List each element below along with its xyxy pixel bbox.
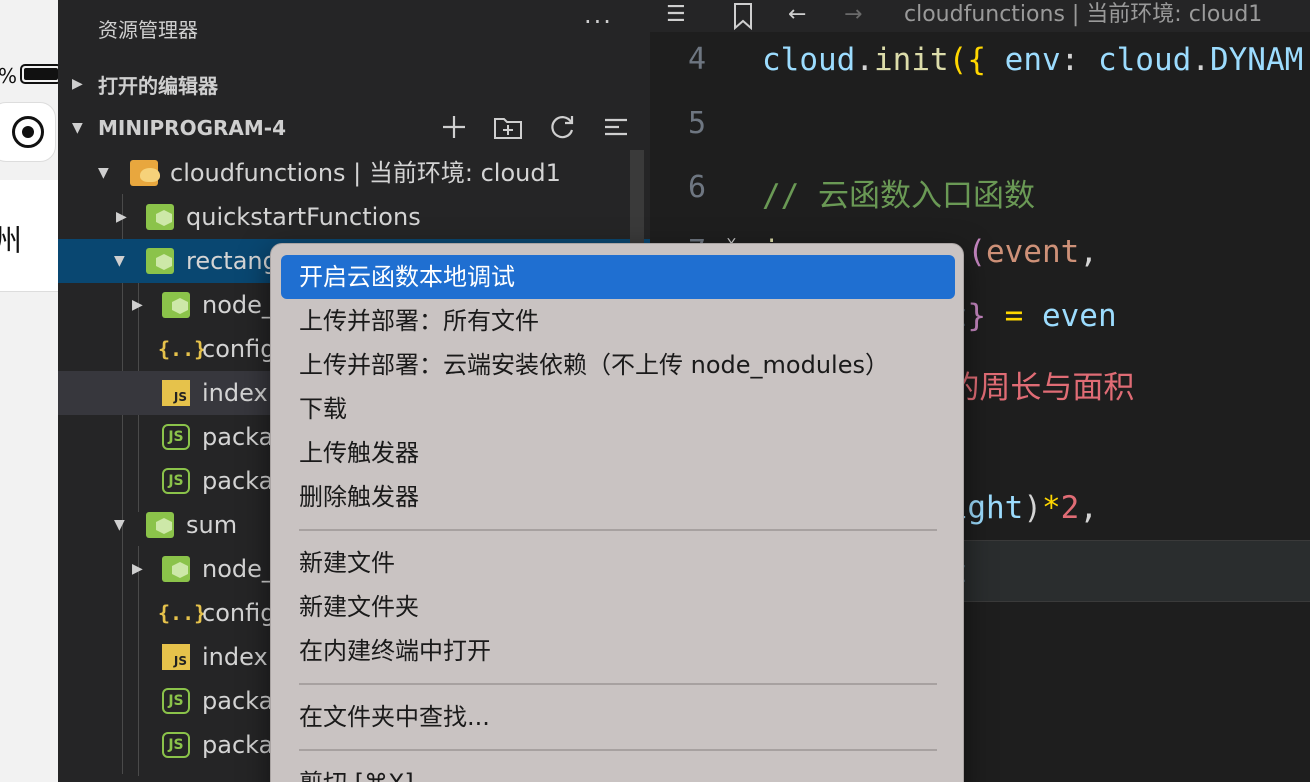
refresh-icon[interactable]: [544, 112, 580, 144]
line-number: 6: [688, 170, 707, 205]
node-modules-folder-icon: [162, 292, 190, 318]
menu-item-upload-all-files[interactable]: 上传并部署：所有文件: [281, 299, 955, 343]
tree-item-label: sum: [186, 511, 238, 539]
chevron-down-icon: ▼: [72, 120, 83, 136]
menu-item-upload-trigger[interactable]: 上传触发器: [281, 431, 955, 475]
project-label: MINIPROGRAM-4: [98, 116, 286, 140]
chevron-right-icon: ▶: [132, 561, 143, 577]
tree-item-label: config: [202, 599, 276, 627]
line-number: 5: [688, 106, 707, 141]
npm-file-icon: JS: [162, 468, 190, 494]
tree-item-label: packa: [202, 423, 274, 451]
simulator-panel: % 州: [0, 0, 62, 782]
line-number: 4: [688, 42, 707, 77]
chevron-right-icon: ▶: [116, 209, 127, 225]
battery-percent: %: [0, 64, 17, 88]
tree-item-label: packa: [202, 687, 274, 715]
tree-item-label: rectang: [186, 247, 278, 275]
bookmark-icon[interactable]: [732, 0, 754, 39]
breadcrumb[interactable]: cloudfunctions | 当前环境: cloud1: [904, 0, 1262, 30]
open-editors-section[interactable]: ▶ 打开的编辑器: [58, 62, 650, 106]
menu-item-upload-cloud-install[interactable]: 上传并部署：云端安装依赖（不上传 node_modules）: [281, 343, 955, 387]
code-line: // 云函数入口函数: [762, 178, 1035, 214]
cloud-folder-icon: [130, 160, 160, 186]
tree-item-label: config: [202, 335, 276, 363]
editor-toolbar: ☰ ← → cloudfunctions | 当前环境: cloud1: [650, 0, 1310, 32]
chevron-right-icon: ▶: [132, 297, 143, 313]
chevron-down-icon: ▼: [114, 253, 125, 269]
tree-item-label: quickstartFunctions: [186, 203, 421, 231]
menu-item-cut[interactable]: 剪切 [⌘X]: [281, 761, 955, 782]
cloud-function-folder-icon: [146, 204, 174, 230]
tree-item-label: packa: [202, 731, 274, 759]
chevron-down-icon: ▼: [114, 517, 125, 533]
menu-separator: [299, 529, 937, 531]
target-icon[interactable]: [12, 116, 44, 148]
menu-item-new-file[interactable]: 新建文件: [281, 541, 955, 585]
open-editors-label: 打开的编辑器: [98, 73, 218, 98]
menu-item-enable-local-debug[interactable]: 开启云函数本地调试: [281, 255, 955, 299]
menu-separator: [299, 683, 937, 685]
cloud-function-folder-icon: [146, 248, 174, 274]
npm-file-icon: JS: [162, 732, 190, 758]
chevron-right-icon: ▶: [72, 76, 83, 92]
menu-item-delete-trigger[interactable]: 删除触发器: [281, 475, 955, 519]
tree-item-label: node_: [202, 555, 274, 583]
tree-item-label: packa: [202, 467, 274, 495]
new-folder-icon[interactable]: [490, 112, 526, 144]
more-icon[interactable]: ···: [584, 8, 613, 36]
menu-item-find-in-folder[interactable]: 在文件夹中查找...: [281, 695, 955, 739]
new-file-icon[interactable]: [436, 112, 472, 144]
tree-item-label: cloudfunctions | 当前环境: cloud1: [170, 159, 561, 187]
npm-file-icon: JS: [162, 688, 190, 714]
tree-item-label: index.: [202, 379, 276, 407]
tree-item-cloudfunctions[interactable]: ▼ cloudfunctions | 当前环境: cloud1: [58, 151, 650, 195]
js-file-icon: JS: [162, 644, 190, 670]
explorer-title: 资源管理器: [98, 18, 198, 42]
json-file-icon: {..}: [158, 601, 207, 625]
collapse-all-icon[interactable]: [598, 112, 634, 144]
json-file-icon: {..}: [158, 337, 207, 361]
page-text: 州: [0, 224, 22, 259]
menu-item-new-folder[interactable]: 新建文件夹: [281, 585, 955, 629]
tree-item-label: node_: [202, 291, 274, 319]
context-menu: 开启云函数本地调试 上传并部署：所有文件 上传并部署：云端安装依赖（不上传 no…: [270, 243, 964, 782]
npm-file-icon: JS: [162, 424, 190, 450]
menu-item-open-in-terminal[interactable]: 在内建终端中打开: [281, 629, 955, 673]
chevron-down-icon: ▼: [98, 165, 109, 181]
battery-icon: [20, 64, 62, 84]
back-arrow-icon[interactable]: ←: [788, 0, 806, 30]
tree-item-label: index.: [202, 643, 276, 671]
code-line: cloud.init({ env: cloud.DYNAM: [762, 42, 1304, 78]
tree-item-quickstartfunctions[interactable]: ▶ quickstartFunctions: [58, 195, 650, 239]
explorer-actions: [436, 112, 634, 144]
cloud-function-folder-icon: [146, 512, 174, 538]
list-icon[interactable]: ☰: [666, 0, 686, 30]
menu-separator: [299, 749, 937, 751]
node-modules-folder-icon: [162, 556, 190, 582]
forward-arrow-icon[interactable]: →: [844, 0, 862, 30]
js-file-icon: JS: [162, 380, 190, 406]
menu-item-download[interactable]: 下载: [281, 387, 955, 431]
